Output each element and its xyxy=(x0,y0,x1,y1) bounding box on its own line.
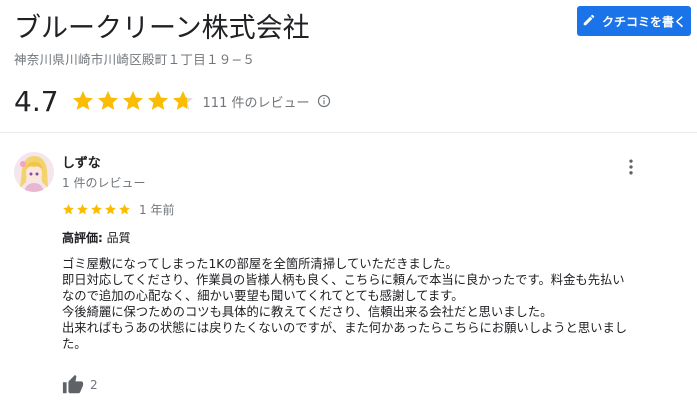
info-icon[interactable] xyxy=(317,94,331,108)
pencil-icon xyxy=(582,13,596,30)
avatar[interactable] xyxy=(14,152,54,192)
star-icon xyxy=(63,204,74,215)
rating-stars xyxy=(71,89,195,113)
review-text: ゴミ屋敷になってしまった1Kの部屋を全箇所清掃していただきました。 即日対応して… xyxy=(62,256,692,353)
review-count-link[interactable]: 111 件のレビュー xyxy=(203,92,310,111)
review-text-line: ゴミ屋敷になってしまった1Kの部屋を全箇所清掃していただきました。 xyxy=(62,257,458,271)
highlight-label: 高評価: xyxy=(62,231,103,245)
review-text-line: 今後綺麗に保つためのコツも具体的に教えてくださり、信頼出来る会社だと思いました。 xyxy=(62,305,553,320)
highlight-value: 品質 xyxy=(106,231,131,245)
review-text-line: 即日対応してくださり、作業員の皆様人柄も良く、こちらに頼んで本当に良かったです。… xyxy=(62,273,625,288)
star-icon xyxy=(72,91,93,110)
thumb-up-icon[interactable] xyxy=(62,374,84,396)
like-row: 2 xyxy=(62,374,98,396)
review-text-line: た。 xyxy=(62,337,87,352)
star-icon xyxy=(105,204,116,215)
write-review-label: クチコミを書く xyxy=(601,14,686,29)
star-icon xyxy=(172,91,193,110)
business-address: 神奈川県川崎市川崎区殿町１丁目１９−５ xyxy=(14,52,256,67)
more-vert-icon[interactable] xyxy=(621,157,641,177)
rating-value: 4.7 xyxy=(14,84,59,118)
business-title: ブルークリーン株式会社 xyxy=(14,13,310,44)
rating-summary: 4.7 111 件のレビュー xyxy=(14,84,331,118)
review-highlight: 高評価: 品質 xyxy=(62,229,131,246)
review-rating-row: 1 年前 xyxy=(62,201,174,218)
review-time: 1 年前 xyxy=(139,203,175,217)
write-review-button[interactable]: クチコミを書く xyxy=(577,6,691,36)
star-icon xyxy=(147,91,168,110)
reviewer-review-count: 1 件のレビュー xyxy=(62,176,146,190)
review-text-line: なので追加の心配なく、細かい要望も聞いてくれてとても感謝してます。 xyxy=(62,289,464,304)
review-stars xyxy=(62,203,131,216)
star-icon xyxy=(119,204,130,215)
star-icon xyxy=(122,91,143,110)
reviewer-name[interactable]: しずな xyxy=(62,152,101,171)
like-count: 2 xyxy=(90,378,98,392)
divider xyxy=(0,132,697,133)
star-icon xyxy=(77,204,88,215)
star-icon xyxy=(91,204,102,215)
star-icon xyxy=(97,91,118,110)
review-text-line: 出来ればもうあの状態には戻りたくないのですが、また何かあったらこちらにお願いしよ… xyxy=(62,321,628,336)
